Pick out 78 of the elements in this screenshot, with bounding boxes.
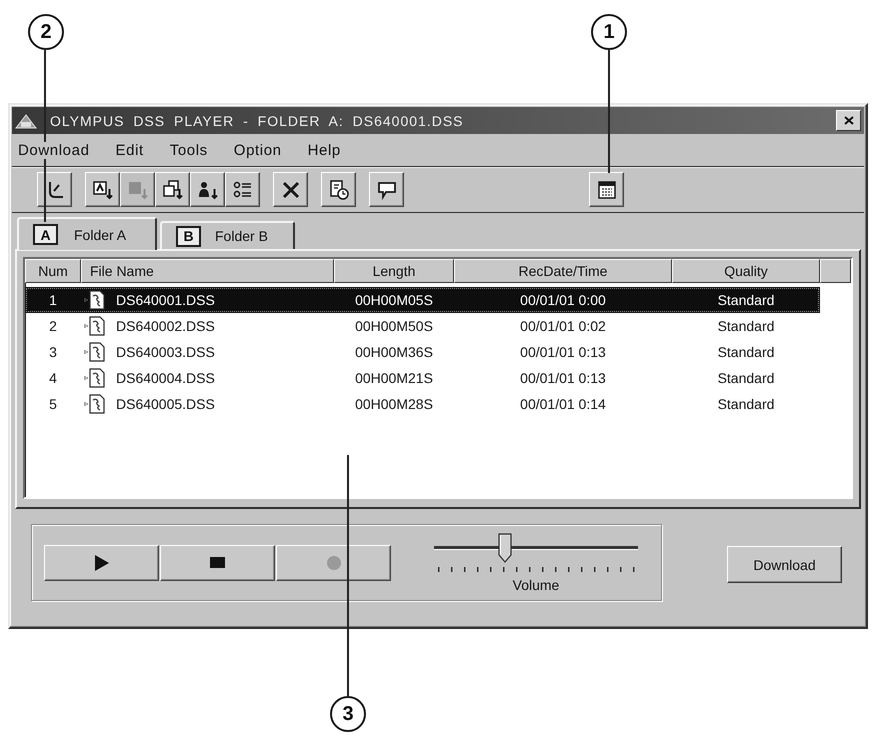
menu-item[interactable]: Help (306, 142, 343, 158)
window-title: OLYMPUS DSS PLAYER - FOLDER A: DS640001.DSS (50, 112, 464, 128)
row-number: 1 (48, 292, 58, 308)
tab-label: Folder B (215, 228, 268, 244)
toolbar-button[interactable] (589, 172, 624, 207)
box-down-arrow-icon (92, 178, 114, 200)
recording-quality: Standard (716, 396, 776, 412)
recording-quality: Standard (716, 292, 776, 308)
column-header[interactable]: File Name (81, 259, 334, 283)
close-icon (844, 116, 854, 125)
stacked-boxes-down-arrow-icon (162, 178, 184, 200)
download-button[interactable]: Download (727, 546, 842, 583)
file-name: DS640003.DSS (116, 344, 215, 360)
file-name: DS640002.DSS (116, 318, 215, 334)
audio-file-icon (84, 394, 106, 414)
row-number: 4 (48, 370, 58, 386)
file-length: 00H00M36S (354, 344, 434, 360)
column-header[interactable]: Quality (672, 259, 820, 283)
column-header[interactable]: RecDate/Time (454, 259, 672, 283)
column-header[interactable]: Num (25, 259, 81, 283)
column-header[interactable]: Length (334, 259, 454, 283)
audio-file-icon (84, 290, 106, 310)
file-length: 00H00M05S (354, 292, 434, 308)
toolbar-button[interactable] (225, 172, 260, 207)
row-number: 3 (48, 344, 58, 360)
file-length: 00H00M28S (354, 396, 434, 412)
toolbar-button[interactable] (190, 172, 225, 207)
recording-quality: Standard (716, 344, 776, 360)
recording-quality: Standard (716, 318, 776, 334)
stop-button[interactable] (160, 544, 275, 580)
record-date-time: 00/01/01 0:14 (519, 396, 607, 412)
play-icon (94, 554, 108, 570)
file-name: DS640004.DSS (116, 370, 215, 386)
toolbar-button[interactable] (321, 172, 356, 207)
recording-quality: Standard (716, 370, 776, 386)
folder-tab[interactable]: B Folder B (160, 221, 295, 249)
callout-number: 2 (28, 14, 64, 50)
audio-file-icon (84, 342, 106, 362)
close-button[interactable] (836, 110, 861, 131)
file-row[interactable]: 3 DS640003.DSS 00H00M36S 00/01/01 0:13 Standard (25, 339, 820, 365)
play-button[interactable] (44, 544, 159, 580)
toolbar-button[interactable] (155, 172, 190, 207)
folder-letter-badge: B (176, 226, 201, 246)
folder-tab[interactable]: A Folder A (17, 217, 157, 250)
audio-file-icon (84, 368, 106, 388)
toolbar-button[interactable] (369, 172, 404, 207)
file-length: 00H00M50S (354, 318, 434, 334)
audio-file-icon (84, 316, 106, 336)
record-date-time: 00/01/01 0:13 (519, 370, 607, 386)
toolbar-button[interactable] (37, 172, 72, 207)
volume-slider-track[interactable] (434, 532, 638, 562)
file-row[interactable]: 5 DS640005.DSS 00H00M28S 00/01/01 0:14 Standard (25, 391, 820, 417)
record-date-time: 00/01/01 0:00 (519, 292, 607, 308)
tab-label: Folder A (74, 226, 126, 242)
folder-letter-badge: A (33, 224, 58, 245)
file-row[interactable]: 2 DS640002.DSS 00H00M50S 00/01/01 0:02 Standard (25, 313, 820, 339)
volume-slider-thumb[interactable] (498, 532, 512, 562)
row-number: 5 (48, 396, 58, 412)
app-icon (14, 112, 38, 130)
record-dot-icon (326, 556, 340, 570)
file-row[interactable]: 1 DS640001.DSS 00H00M05S 00/01/01 0:00 Standard (25, 287, 820, 313)
document-clock-icon (328, 178, 350, 200)
menu-item[interactable]: Edit (114, 142, 146, 158)
row-number: 2 (48, 318, 58, 334)
file-name: DS640001.DSS (116, 292, 215, 308)
toolbar-button[interactable] (273, 172, 308, 207)
toolbar-button[interactable] (85, 172, 120, 207)
window-icon (596, 178, 618, 200)
file-length: 00H00M21S (354, 370, 434, 386)
menu-item[interactable]: Tools (168, 142, 210, 158)
callout-number: 1 (591, 14, 627, 50)
stop-icon (210, 557, 225, 568)
file-name: DS640005.DSS (116, 396, 215, 412)
file-row[interactable]: 4 DS640004.DSS 00H00M21S 00/01/01 0:13 Standard (25, 365, 820, 391)
record-date-time: 00/01/01 0:13 (519, 344, 607, 360)
record-date-time: 00/01/01 0:02 (519, 318, 607, 334)
callout-number: 3 (330, 696, 366, 732)
volume-label: Volume (512, 576, 560, 592)
